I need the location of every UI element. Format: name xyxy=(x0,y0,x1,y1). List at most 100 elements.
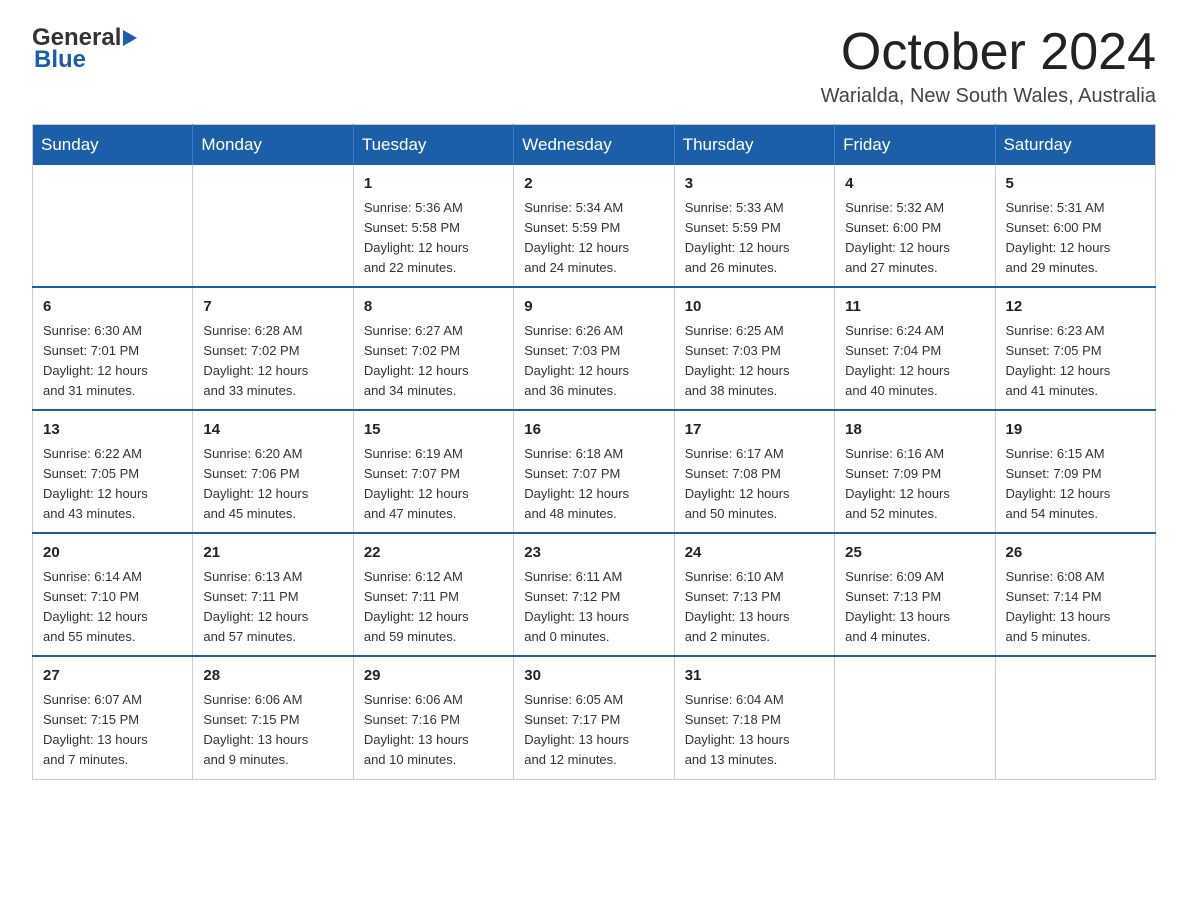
calendar-header-row: SundayMondayTuesdayWednesdayThursdayFrid… xyxy=(33,125,1156,166)
day-info: Sunrise: 6:05 AMSunset: 7:17 PMDaylight:… xyxy=(524,690,663,771)
calendar-week-3: 13Sunrise: 6:22 AMSunset: 7:05 PMDayligh… xyxy=(33,410,1156,533)
day-number: 9 xyxy=(524,296,663,319)
calendar-cell: 27Sunrise: 6:07 AMSunset: 7:15 PMDayligh… xyxy=(33,656,193,779)
day-number: 30 xyxy=(524,665,663,688)
calendar-cell: 2Sunrise: 5:34 AMSunset: 5:59 PMDaylight… xyxy=(514,165,674,287)
day-info: Sunrise: 6:18 AMSunset: 7:07 PMDaylight:… xyxy=(524,444,663,525)
day-info: Sunrise: 6:17 AMSunset: 7:08 PMDaylight:… xyxy=(685,444,824,525)
day-number: 25 xyxy=(845,542,984,565)
day-info: Sunrise: 6:27 AMSunset: 7:02 PMDaylight:… xyxy=(364,321,503,402)
day-info: Sunrise: 6:09 AMSunset: 7:13 PMDaylight:… xyxy=(845,567,984,648)
day-number: 11 xyxy=(845,296,984,319)
calendar-cell: 24Sunrise: 6:10 AMSunset: 7:13 PMDayligh… xyxy=(674,533,834,656)
day-number: 18 xyxy=(845,419,984,442)
day-number: 15 xyxy=(364,419,503,442)
day-info: Sunrise: 6:19 AMSunset: 7:07 PMDaylight:… xyxy=(364,444,503,525)
calendar-header-thursday: Thursday xyxy=(674,125,834,166)
day-number: 3 xyxy=(685,173,824,196)
title-section: October 2024 Warialda, New South Wales, … xyxy=(821,24,1156,108)
calendar-header-sunday: Sunday xyxy=(33,125,193,166)
calendar-cell: 19Sunrise: 6:15 AMSunset: 7:09 PMDayligh… xyxy=(995,410,1155,533)
calendar-cell: 17Sunrise: 6:17 AMSunset: 7:08 PMDayligh… xyxy=(674,410,834,533)
logo: General Blue xyxy=(32,24,141,74)
calendar-cell: 9Sunrise: 6:26 AMSunset: 7:03 PMDaylight… xyxy=(514,287,674,410)
day-info: Sunrise: 6:04 AMSunset: 7:18 PMDaylight:… xyxy=(685,690,824,771)
day-number: 8 xyxy=(364,296,503,319)
calendar-header-tuesday: Tuesday xyxy=(353,125,513,166)
calendar-cell: 7Sunrise: 6:28 AMSunset: 7:02 PMDaylight… xyxy=(193,287,353,410)
day-info: Sunrise: 6:20 AMSunset: 7:06 PMDaylight:… xyxy=(203,444,342,525)
calendar-cell xyxy=(33,165,193,287)
day-info: Sunrise: 6:28 AMSunset: 7:02 PMDaylight:… xyxy=(203,321,342,402)
day-info: Sunrise: 5:33 AMSunset: 5:59 PMDaylight:… xyxy=(685,198,824,279)
calendar-week-1: 1Sunrise: 5:36 AMSunset: 5:58 PMDaylight… xyxy=(33,165,1156,287)
calendar-cell: 22Sunrise: 6:12 AMSunset: 7:11 PMDayligh… xyxy=(353,533,513,656)
calendar-cell: 25Sunrise: 6:09 AMSunset: 7:13 PMDayligh… xyxy=(835,533,995,656)
calendar-week-2: 6Sunrise: 6:30 AMSunset: 7:01 PMDaylight… xyxy=(33,287,1156,410)
day-info: Sunrise: 6:30 AMSunset: 7:01 PMDaylight:… xyxy=(43,321,182,402)
day-number: 27 xyxy=(43,665,182,688)
day-number: 6 xyxy=(43,296,182,319)
page-header: General Blue October 2024 Warialda, New … xyxy=(32,24,1156,108)
calendar-header-friday: Friday xyxy=(835,125,995,166)
calendar-cell: 12Sunrise: 6:23 AMSunset: 7:05 PMDayligh… xyxy=(995,287,1155,410)
logo-blue-text: Blue xyxy=(34,46,86,74)
calendar-cell: 5Sunrise: 5:31 AMSunset: 6:00 PMDaylight… xyxy=(995,165,1155,287)
day-number: 26 xyxy=(1006,542,1145,565)
day-info: Sunrise: 6:22 AMSunset: 7:05 PMDaylight:… xyxy=(43,444,182,525)
day-number: 21 xyxy=(203,542,342,565)
day-info: Sunrise: 6:12 AMSunset: 7:11 PMDaylight:… xyxy=(364,567,503,648)
month-title: October 2024 xyxy=(821,24,1156,81)
calendar-cell: 31Sunrise: 6:04 AMSunset: 7:18 PMDayligh… xyxy=(674,656,834,779)
day-info: Sunrise: 5:32 AMSunset: 6:00 PMDaylight:… xyxy=(845,198,984,279)
day-number: 7 xyxy=(203,296,342,319)
day-number: 12 xyxy=(1006,296,1145,319)
calendar-cell xyxy=(193,165,353,287)
day-number: 16 xyxy=(524,419,663,442)
day-info: Sunrise: 6:08 AMSunset: 7:14 PMDaylight:… xyxy=(1006,567,1145,648)
logo-arrow-icon xyxy=(123,28,141,48)
calendar-cell: 28Sunrise: 6:06 AMSunset: 7:15 PMDayligh… xyxy=(193,656,353,779)
calendar-cell: 26Sunrise: 6:08 AMSunset: 7:14 PMDayligh… xyxy=(995,533,1155,656)
calendar-cell: 18Sunrise: 6:16 AMSunset: 7:09 PMDayligh… xyxy=(835,410,995,533)
day-number: 5 xyxy=(1006,173,1145,196)
day-number: 1 xyxy=(364,173,503,196)
day-number: 4 xyxy=(845,173,984,196)
calendar-cell: 6Sunrise: 6:30 AMSunset: 7:01 PMDaylight… xyxy=(33,287,193,410)
day-info: Sunrise: 6:23 AMSunset: 7:05 PMDaylight:… xyxy=(1006,321,1145,402)
calendar-cell: 15Sunrise: 6:19 AMSunset: 7:07 PMDayligh… xyxy=(353,410,513,533)
day-info: Sunrise: 6:10 AMSunset: 7:13 PMDaylight:… xyxy=(685,567,824,648)
day-info: Sunrise: 6:13 AMSunset: 7:11 PMDaylight:… xyxy=(203,567,342,648)
day-info: Sunrise: 6:06 AMSunset: 7:16 PMDaylight:… xyxy=(364,690,503,771)
calendar-cell: 1Sunrise: 5:36 AMSunset: 5:58 PMDaylight… xyxy=(353,165,513,287)
day-number: 24 xyxy=(685,542,824,565)
day-number: 28 xyxy=(203,665,342,688)
calendar-week-4: 20Sunrise: 6:14 AMSunset: 7:10 PMDayligh… xyxy=(33,533,1156,656)
calendar-cell: 11Sunrise: 6:24 AMSunset: 7:04 PMDayligh… xyxy=(835,287,995,410)
day-info: Sunrise: 6:06 AMSunset: 7:15 PMDaylight:… xyxy=(203,690,342,771)
calendar-cell: 30Sunrise: 6:05 AMSunset: 7:17 PMDayligh… xyxy=(514,656,674,779)
location-subtitle: Warialda, New South Wales, Australia xyxy=(821,85,1156,108)
day-info: Sunrise: 6:26 AMSunset: 7:03 PMDaylight:… xyxy=(524,321,663,402)
calendar-table: SundayMondayTuesdayWednesdayThursdayFrid… xyxy=(32,124,1156,779)
calendar-cell: 16Sunrise: 6:18 AMSunset: 7:07 PMDayligh… xyxy=(514,410,674,533)
day-info: Sunrise: 5:36 AMSunset: 5:58 PMDaylight:… xyxy=(364,198,503,279)
calendar-cell xyxy=(995,656,1155,779)
calendar-cell: 4Sunrise: 5:32 AMSunset: 6:00 PMDaylight… xyxy=(835,165,995,287)
calendar-cell: 13Sunrise: 6:22 AMSunset: 7:05 PMDayligh… xyxy=(33,410,193,533)
calendar-cell: 23Sunrise: 6:11 AMSunset: 7:12 PMDayligh… xyxy=(514,533,674,656)
day-number: 29 xyxy=(364,665,503,688)
day-number: 23 xyxy=(524,542,663,565)
day-number: 20 xyxy=(43,542,182,565)
day-number: 14 xyxy=(203,419,342,442)
day-number: 31 xyxy=(685,665,824,688)
day-info: Sunrise: 6:16 AMSunset: 7:09 PMDaylight:… xyxy=(845,444,984,525)
day-info: Sunrise: 6:07 AMSunset: 7:15 PMDaylight:… xyxy=(43,690,182,771)
calendar-header-saturday: Saturday xyxy=(995,125,1155,166)
day-info: Sunrise: 6:11 AMSunset: 7:12 PMDaylight:… xyxy=(524,567,663,648)
day-info: Sunrise: 6:14 AMSunset: 7:10 PMDaylight:… xyxy=(43,567,182,648)
day-number: 19 xyxy=(1006,419,1145,442)
day-info: Sunrise: 5:31 AMSunset: 6:00 PMDaylight:… xyxy=(1006,198,1145,279)
calendar-cell: 10Sunrise: 6:25 AMSunset: 7:03 PMDayligh… xyxy=(674,287,834,410)
day-info: Sunrise: 6:15 AMSunset: 7:09 PMDaylight:… xyxy=(1006,444,1145,525)
